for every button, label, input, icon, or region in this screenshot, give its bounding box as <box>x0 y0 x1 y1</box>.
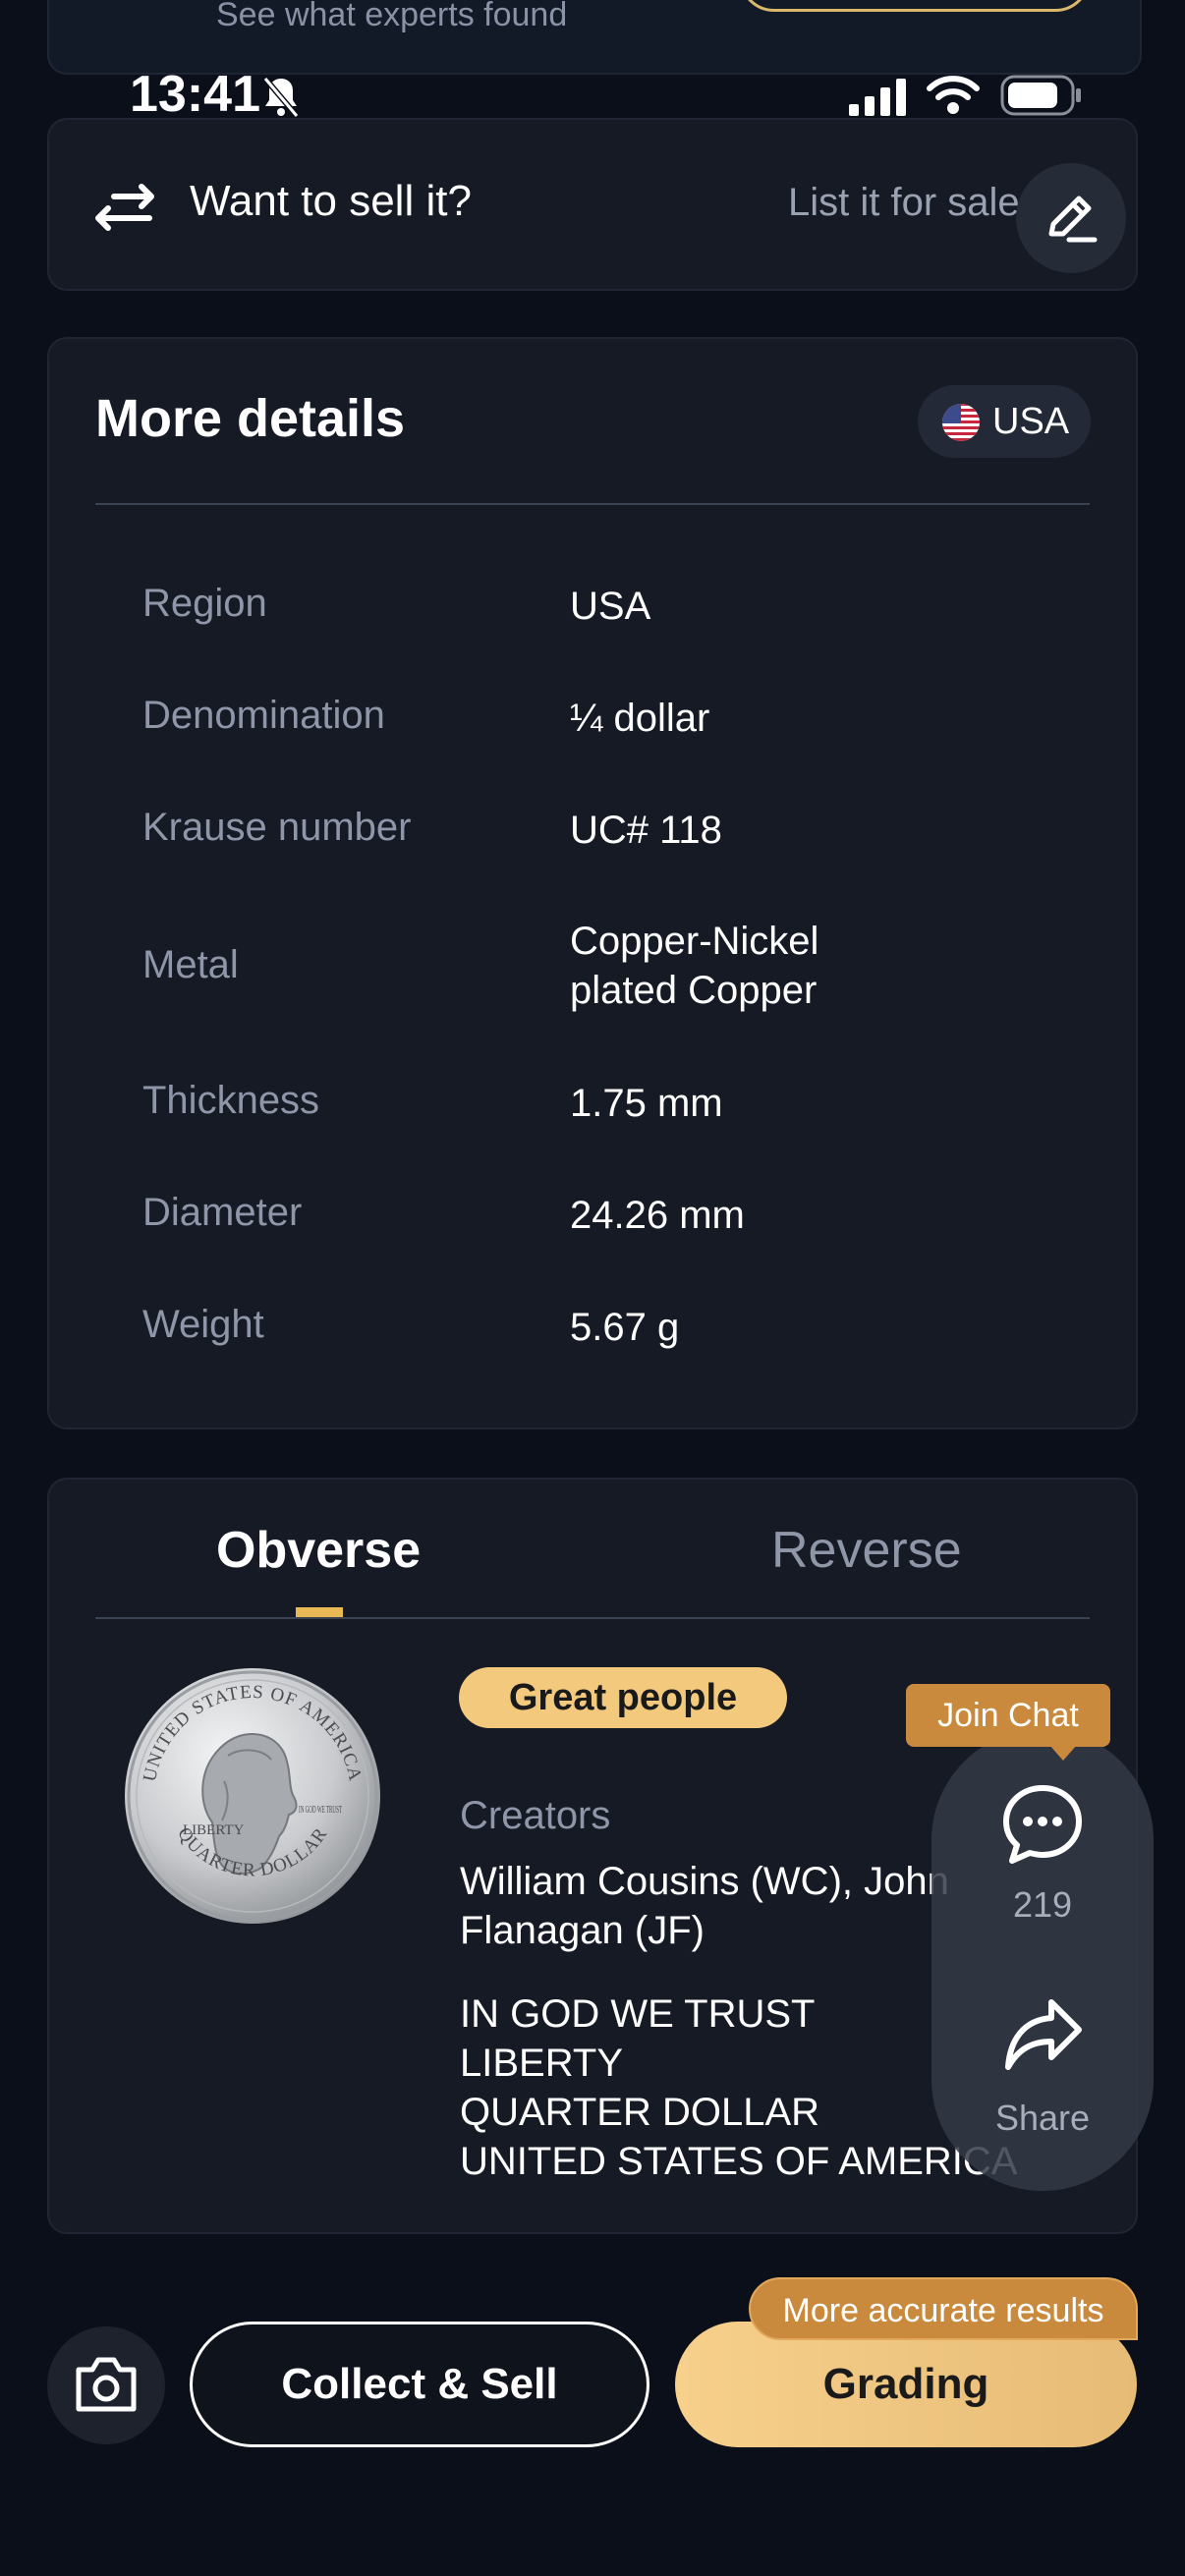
detail-label-krause-number: Krause number <box>142 806 412 849</box>
coin-obverse-image[interactable]: UNITED STATES OF AMERICA QUARTER DOLLAR … <box>122 1665 383 1927</box>
detail-label-denomination: Denomination <box>142 694 385 737</box>
theme-badge: Great people <box>459 1667 787 1728</box>
country-badge-label: USA <box>992 401 1070 442</box>
wifi-icon <box>927 76 980 114</box>
detail-value-denomination: ¼ dollar <box>570 697 710 740</box>
collect-sell-button[interactable]: Collect & Sell <box>190 2322 649 2447</box>
detail-label-metal: Metal <box>142 943 239 986</box>
list-for-sale-link[interactable]: List it for sale <box>788 181 1020 225</box>
share-arrow-icon[interactable] <box>1002 1994 1085 2077</box>
detail-value-krause-number: UC# 118 <box>570 809 722 852</box>
join-chat-pointer <box>1049 1745 1077 1761</box>
detail-label-diameter: Diameter <box>142 1191 303 1234</box>
camera-icon <box>76 2357 137 2412</box>
expert-results-subtitle: See what experts found <box>216 0 568 33</box>
details-title: More details <box>95 389 406 448</box>
bell-off-icon <box>262 77 300 118</box>
detail-label-region: Region <box>142 582 267 625</box>
status-time: 13:41 <box>130 66 260 123</box>
detail-label-weight: Weight <box>142 1303 264 1346</box>
camera-button[interactable] <box>47 2326 165 2444</box>
creators-value: William Cousins (WC), John Flanagan (JF) <box>460 1860 949 1952</box>
detail-value-diameter: 24.26 mm <box>570 1194 745 1237</box>
active-tab-indicator <box>296 1607 343 1617</box>
tab-reverse[interactable]: Reverse <box>771 1521 962 1580</box>
creators-label: Creators <box>460 1794 611 1837</box>
expert-results-button[interactable] <box>739 0 1091 12</box>
more-accurate-tag: More accurate results <box>749 2277 1138 2340</box>
detail-value-weight: 5.67 g <box>570 1306 680 1349</box>
comment-count: 219 <box>1012 1884 1073 1925</box>
sell-prompt: Want to sell it? <box>190 177 472 225</box>
pencil-icon <box>1048 196 1098 243</box>
detail-value-metal: Copper-Nickel plated Copper <box>570 920 819 1012</box>
detail-value-region: USA <box>570 585 651 628</box>
detail-value-thickness: 1.75 mm <box>570 1082 723 1125</box>
chat-bubble-icon[interactable] <box>1000 1782 1085 1867</box>
coin-legend-liberty: LIBERTY <box>183 1822 245 1838</box>
tab-obverse[interactable]: Obverse <box>216 1521 421 1580</box>
details-divider <box>95 503 1090 505</box>
inscription-line: UNITED STATES OF AMERICA <box>460 2140 1018 2183</box>
coin-legend-motto: IN GOD WE TRUST <box>299 1805 342 1816</box>
us-flag-icon <box>942 404 980 441</box>
join-chat-button[interactable]: Join Chat <box>906 1684 1110 1747</box>
edit-button[interactable] <box>1016 163 1126 273</box>
share-label: Share <box>994 2098 1091 2138</box>
swap-arrows-icon <box>95 184 154 231</box>
battery-icon <box>1000 75 1081 116</box>
cellular-signal-icon <box>849 79 906 116</box>
details-card <box>47 337 1138 1429</box>
tab-divider <box>95 1617 1090 1619</box>
detail-label-thickness: Thickness <box>142 1079 320 1122</box>
